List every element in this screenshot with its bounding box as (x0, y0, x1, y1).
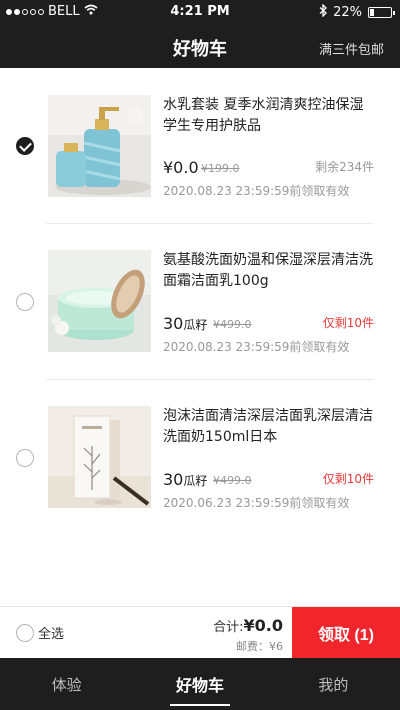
product-image-lotion[interactable] (48, 95, 151, 197)
coupon-price: 30瓜籽 (163, 314, 207, 333)
stock-remaining: 仅剩10件 (322, 472, 374, 486)
tab-experience[interactable]: 体验 (0, 658, 133, 710)
battery-level (370, 9, 374, 16)
expiry-text: 2020.08.23 23:59:59前领取有效 (163, 184, 350, 198)
price-value: 30 (163, 470, 184, 489)
item-select-checkbox[interactable] (16, 137, 34, 155)
original-price: ¥199.0 (201, 162, 240, 175)
bluetooth-icon (319, 3, 328, 21)
total-label: 合计: (213, 620, 244, 635)
free-shipping-promo[interactable]: 满三件包邮 (319, 39, 384, 58)
battery-percent: 22% (333, 5, 362, 20)
claim-button[interactable]: 领取 (1) (292, 607, 400, 659)
status-right: 22% (319, 3, 395, 21)
price-unit: 瓜籽 (183, 318, 208, 332)
checkout-bar: 全选 合计:¥0.0 邮费：¥6 领取 (1) (0, 606, 400, 659)
total-value: ¥0.0 (243, 616, 283, 635)
product-name[interactable]: 氨基酸洗面奶温和保湿深层清洁洗面霜洁面乳100g (163, 250, 374, 292)
status-bar: BELL 4:21 PM 22% (0, 0, 400, 24)
price-value: ¥0.0 (163, 158, 199, 177)
original-price: ¥499.0 (213, 318, 252, 331)
list-item: 泡沫洁面清洁深层洁面乳深层清洁洗面奶150ml日本 30瓜籽 ¥499.0 仅剩… (0, 380, 400, 536)
coupon-price: 30瓜籽 (163, 470, 207, 489)
nav-header: 好物车 满三件包邮 (0, 24, 400, 68)
price-value: 30 (163, 314, 184, 333)
order-totals: 合计:¥0.0 邮费：¥6 (213, 616, 283, 654)
total-line: 合计:¥0.0 (213, 616, 283, 635)
list-item: 水乳套装 夏季水润清爽控油保湿学生专用护肤品 ¥0.0 ¥199.0 剩余234… (0, 68, 400, 224)
item-select-checkbox[interactable] (16, 293, 34, 311)
item-info: 泡沫洁面清洁深层洁面乳深层清洁洗面奶150ml日本 30瓜籽 ¥499.0 仅剩… (163, 406, 374, 514)
product-image-cleanser-cream[interactable] (48, 250, 151, 352)
product-name[interactable]: 水乳套装 夏季水润清爽控油保湿学生专用护肤品 (163, 95, 374, 137)
price-row: 30瓜籽 ¥499.0 仅剩10件 (163, 467, 374, 489)
expiry-text: 2020.06.23 23:59:59前领取有效 (163, 496, 350, 510)
price-row: 30瓜籽 ¥499.0 仅剩10件 (163, 311, 374, 333)
shipping-fee: 邮费：¥6 (236, 640, 283, 653)
product-name[interactable]: 泡沫洁面清洁深层洁面乳深层清洁洗面奶150ml日本 (163, 406, 374, 448)
list-item: 氨基酸洗面奶温和保湿深层清洁洗面霜洁面乳100g 30瓜籽 ¥499.0 仅剩1… (0, 224, 400, 380)
select-all-toggle[interactable]: 全选 (16, 623, 64, 642)
coupon-price: ¥0.0 (163, 158, 199, 177)
select-all-label: 全选 (38, 627, 65, 642)
price-unit: 瓜籽 (183, 474, 208, 488)
stock-remaining: 剩余234件 (315, 160, 374, 174)
item-select-checkbox[interactable] (16, 449, 34, 467)
item-info: 氨基酸洗面奶温和保湿深层清洁洗面霜洁面乳100g 30瓜籽 ¥499.0 仅剩1… (163, 250, 374, 358)
tab-cart[interactable]: 好物车 (133, 658, 266, 710)
tab-bar: 体验 好物车 我的 (0, 658, 400, 710)
select-all-checkbox[interactable] (16, 623, 34, 642)
product-list: 水乳套装 夏季水润清爽控油保湿学生专用护肤品 ¥0.0 ¥199.0 剩余234… (0, 68, 400, 606)
stock-remaining: 仅剩10件 (322, 316, 374, 330)
price-row: ¥0.0 ¥199.0 剩余234件 (163, 155, 374, 177)
battery-icon (368, 7, 395, 18)
product-image-foam-cleanser[interactable] (48, 406, 151, 508)
item-info: 水乳套装 夏季水润清爽控油保湿学生专用护肤品 ¥0.0 ¥199.0 剩余234… (163, 95, 374, 203)
expiry-text: 2020.08.23 23:59:59前领取有效 (163, 340, 350, 354)
tab-profile[interactable]: 我的 (267, 658, 400, 710)
original-price: ¥499.0 (213, 474, 252, 487)
